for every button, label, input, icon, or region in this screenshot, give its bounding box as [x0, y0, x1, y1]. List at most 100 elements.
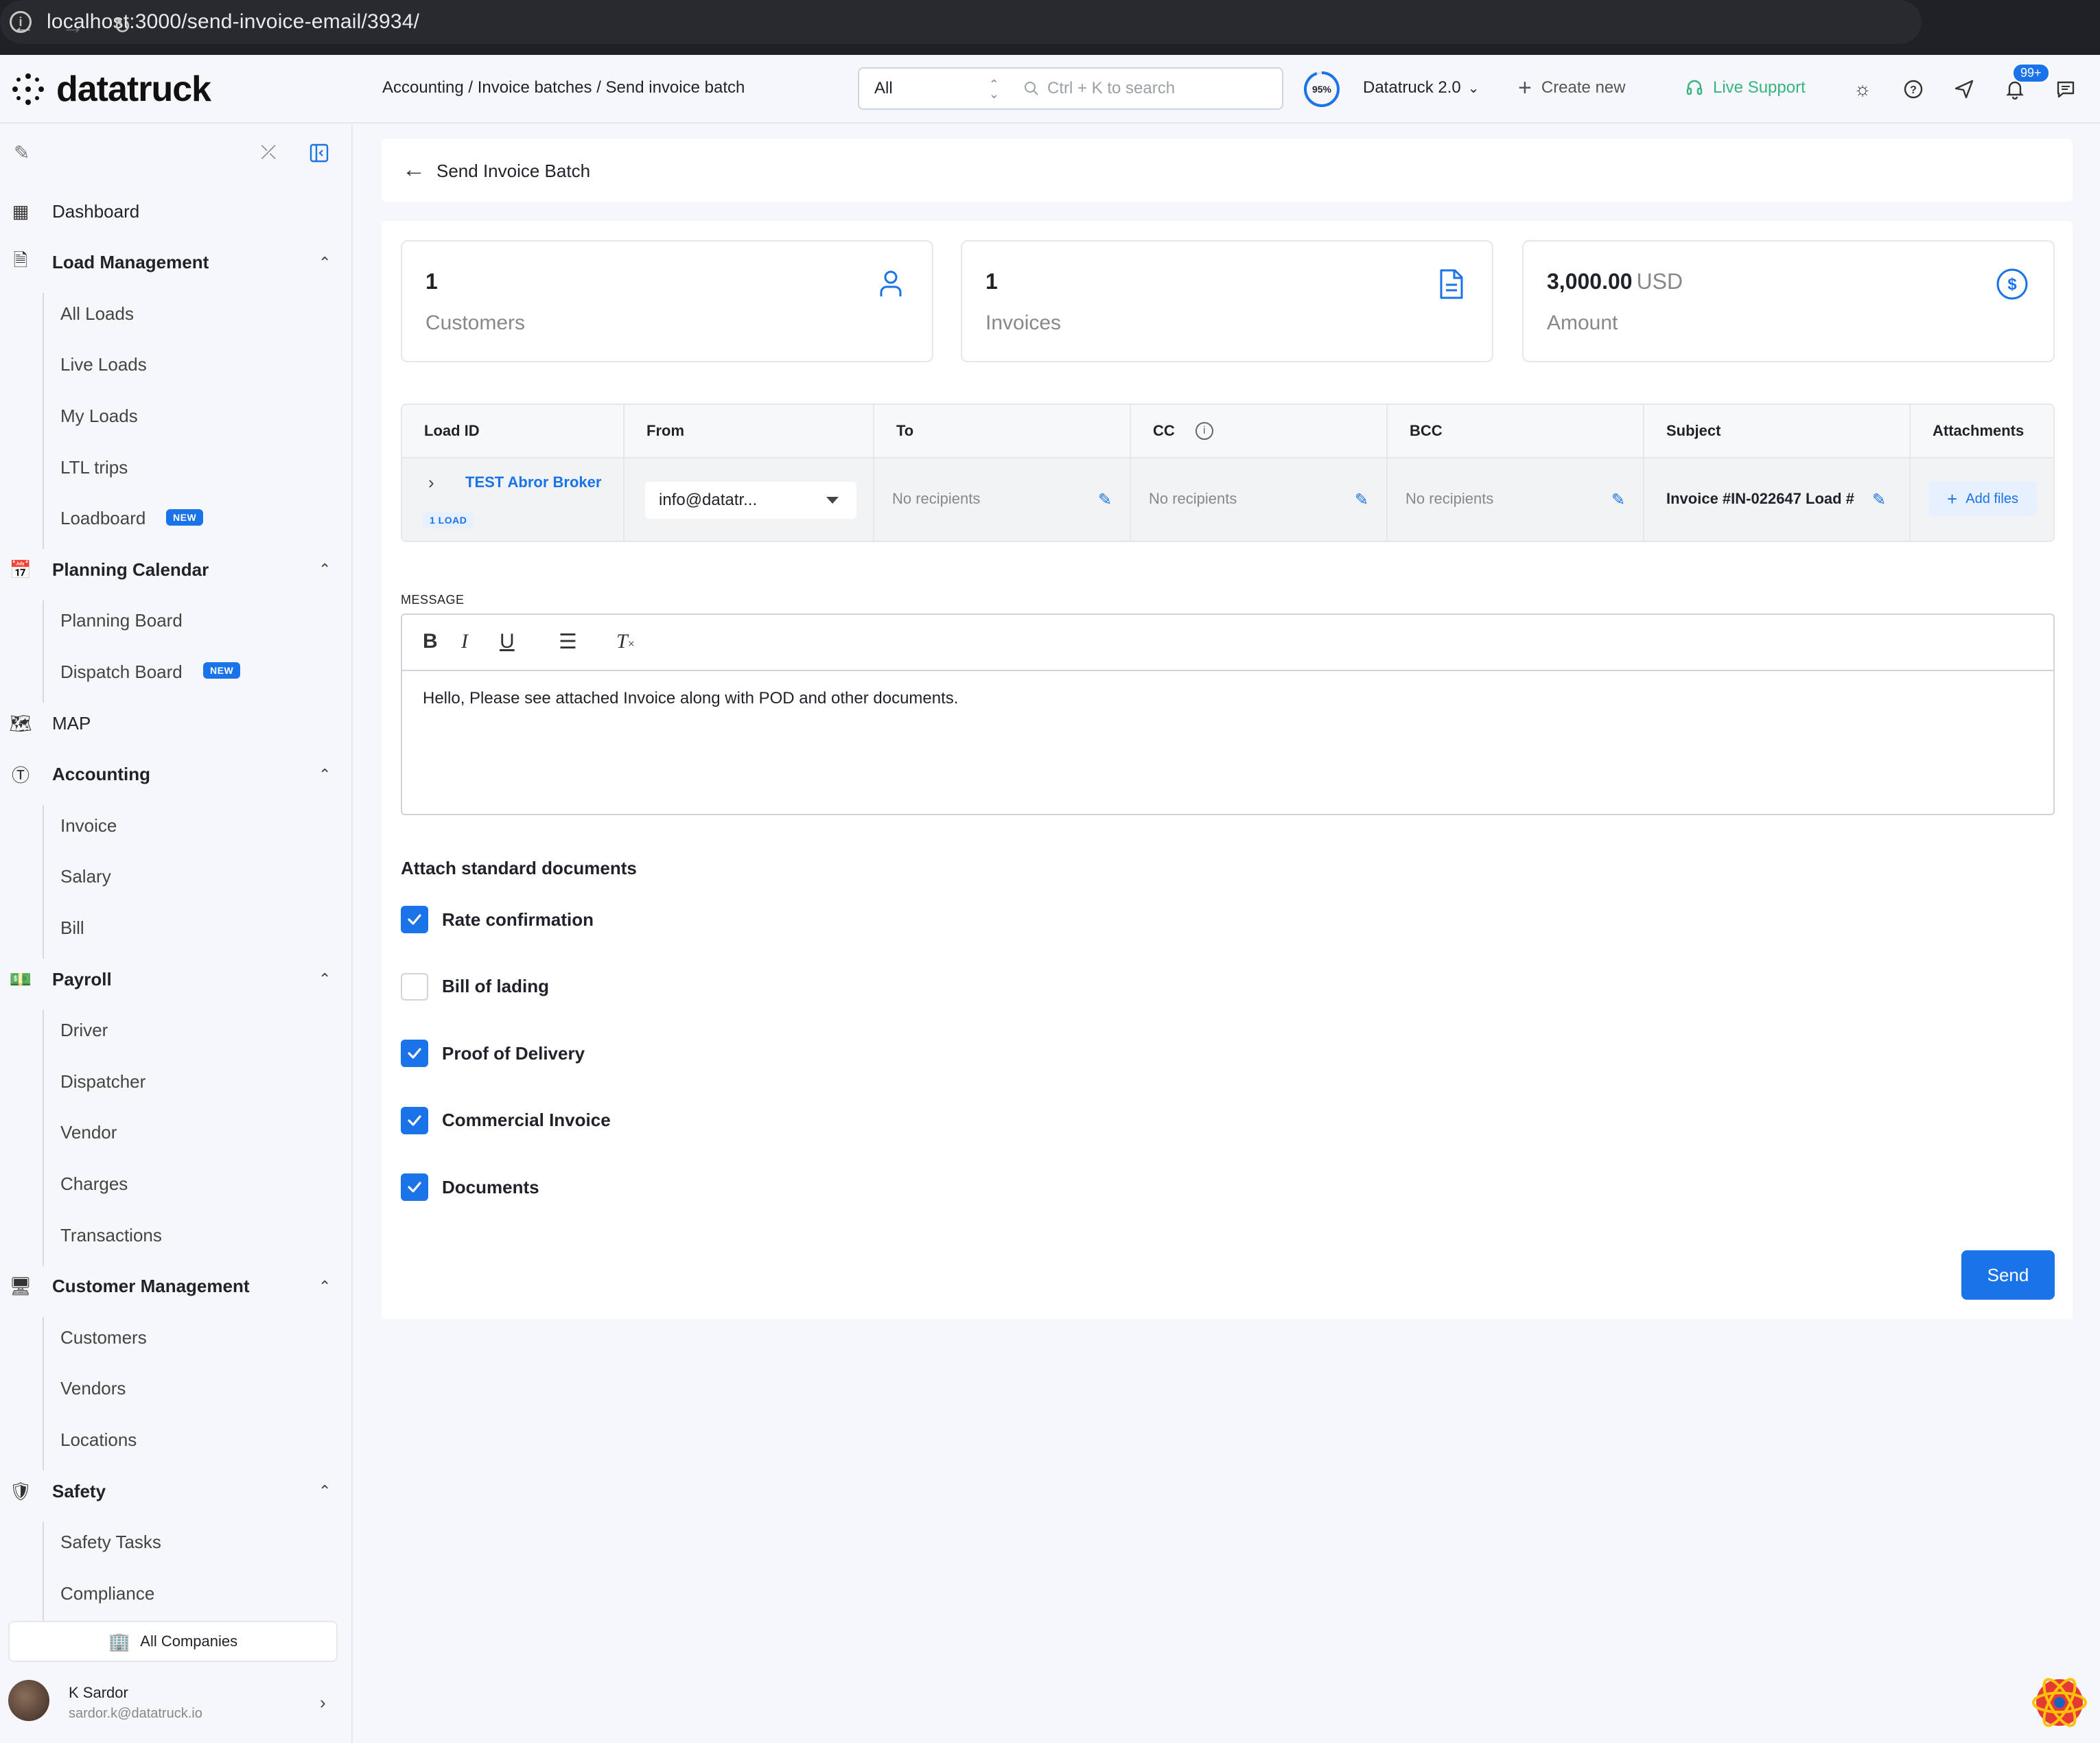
devtools-icon[interactable] [2030, 1673, 2089, 1732]
sidebar-group-customer-management[interactable]: 🖥 Customer Management ⌃ [0, 1274, 351, 1299]
sidebar-item-label: Customers [60, 1326, 147, 1348]
document-option-commercial-invoice[interactable]: Commercial Invoice [401, 1106, 611, 1134]
sidebar-item-safety-tasks[interactable]: Safety Tasks [0, 1530, 351, 1555]
editor-toolbar: B I U ☰ T× [401, 613, 2055, 671]
live-support-button[interactable]: Live Support [1685, 78, 1806, 97]
avatar[interactable] [8, 1680, 49, 1721]
sidebar-item-bill[interactable]: Bill [0, 915, 351, 940]
back-arrow-icon[interactable]: ← [402, 156, 425, 183]
sidebar-item-compliance[interactable]: Compliance [0, 1581, 351, 1606]
logo[interactable]: datatruck [12, 69, 211, 109]
sidebar-item-planning-board[interactable]: Planning Board [0, 609, 351, 633]
search-placeholder: Ctrl + K to search [1047, 79, 1176, 97]
sidebar-item-transactions[interactable]: Transactions [0, 1223, 351, 1248]
add-files-button[interactable]: + Add files [1928, 482, 2037, 516]
checkbox[interactable] [401, 1173, 428, 1201]
scope-select[interactable]: All ⌃ ⌄ [858, 67, 1013, 110]
edit-icon[interactable]: ✎ [14, 141, 30, 164]
expand-chevron-icon[interactable]: › [428, 472, 434, 493]
map-icon: 🗺 [9, 712, 32, 734]
column-header: From [625, 405, 874, 458]
sidebar-item-vendors[interactable]: Vendors [0, 1377, 351, 1401]
chevron-right-icon[interactable]: › [320, 1692, 326, 1713]
checkbox[interactable] [401, 1040, 428, 1067]
document-option-documents[interactable]: Documents [401, 1173, 539, 1201]
document-option-bill-of-lading[interactable]: Bill of lading [401, 972, 549, 1001]
chevron-up-icon: ⌃ [318, 970, 331, 987]
edit-pencil-icon[interactable]: ✎ [1872, 490, 1886, 510]
chat-icon[interactable] [2052, 75, 2079, 103]
back-nav-icon[interactable]: ← [8, 11, 38, 41]
message-editor[interactable]: Hello, Please see attached Invoice along… [401, 671, 2055, 815]
help-icon[interactable]: ? [1900, 75, 1927, 103]
document-option-rate-confirmation[interactable]: Rate confirmation [401, 906, 594, 933]
tree-line [43, 1521, 44, 1624]
sidebar-item-vendor[interactable]: Vendor [0, 1121, 351, 1145]
info-icon[interactable]: i [1195, 422, 1213, 440]
underline-icon[interactable]: U [500, 630, 515, 653]
stat-unit: USD [1636, 269, 1683, 294]
all-companies-button[interactable]: 🏢 All Companies [8, 1621, 338, 1662]
sidebar-item-locations[interactable]: Locations [0, 1427, 351, 1452]
url-text[interactable]: localhost:3000/send-invoice-email/3934/ [47, 10, 419, 34]
edit-pencil-icon[interactable]: ✎ [1355, 490, 1368, 510]
version-label: Datatruck 2.0 [1363, 78, 1461, 97]
sidebar-item-dispatcher[interactable]: Dispatcher [0, 1069, 351, 1094]
bullet-list-icon[interactable]: ☰ [559, 630, 577, 654]
collapse-icon[interactable]: ⤫ [261, 141, 276, 164]
create-new-button[interactable]: + Create new [1518, 75, 1626, 101]
version-dropdown[interactable]: Datatruck 2.0 ⌄ [1363, 78, 1480, 97]
sidebar-item-all-loads[interactable]: All Loads [0, 301, 351, 326]
sidebar-group-accounting[interactable]: Ⓣ Accounting ⌃ [0, 762, 351, 787]
logo-text: datatruck [56, 69, 211, 109]
sidebar-group-map[interactable]: 🗺 MAP [0, 711, 351, 736]
checkbox[interactable] [401, 1106, 428, 1134]
clear-format-icon[interactable]: T× [616, 630, 635, 653]
sidebar-item-my-loads[interactable]: My Loads [0, 403, 351, 428]
document-option-proof-of-delivery[interactable]: Proof of Delivery [401, 1040, 585, 1067]
sidebar-item-driver[interactable]: Driver [0, 1018, 351, 1043]
check-icon [408, 1182, 421, 1193]
load-id-cell: › TEST Abror Broker 1 LOAD [402, 458, 625, 541]
sidebar-group-load-management[interactable]: 🗎 Load Management ⌃ [0, 250, 351, 275]
sidebar-toggle-icon[interactable] [309, 143, 329, 167]
address-bar[interactable]: i localhost:3000/send-invoice-email/3934… [0, 0, 1922, 44]
sidebar-item-salary[interactable]: Salary [0, 865, 351, 889]
live-support-label: Live Support [1713, 78, 1806, 97]
subject-text: Invoice #IN-022647 Load # [1666, 490, 1854, 507]
sidebar-item-label: LTL trips [60, 456, 128, 478]
sidebar-item-live-loads[interactable]: Live Loads [0, 353, 351, 377]
edit-pencil-icon[interactable]: ✎ [1611, 490, 1625, 510]
document-label: Proof of Delivery [442, 1042, 585, 1064]
reload-icon[interactable]: ↻ [107, 11, 137, 41]
sidebar-item-label: Safety Tasks [60, 1532, 161, 1553]
forward-nav-icon[interactable]: → [58, 11, 88, 41]
send-icon[interactable] [1950, 75, 1978, 103]
plus-icon: + [1518, 75, 1532, 101]
sidebar-item-loadboard[interactable]: Loadboard NEW [0, 506, 351, 531]
sidebar-item-charges[interactable]: Charges [0, 1171, 351, 1196]
checkbox[interactable] [401, 906, 428, 933]
message-text[interactable]: Hello, Please see attached Invoice along… [423, 689, 958, 708]
sidebar-group-payroll[interactable]: 💵 Payroll ⌃ [0, 967, 351, 992]
from-select[interactable]: info@datatr... [645, 482, 856, 519]
sidebar-item-invoice[interactable]: Invoice [0, 813, 351, 838]
sidebar-item-label: Salary [60, 866, 111, 887]
updown-chevron-icon: ⌃ ⌄ [988, 78, 999, 101]
sidebar-item-ltl-trips[interactable]: LTL trips [0, 455, 351, 480]
italic-icon[interactable]: I [461, 630, 468, 653]
sidebar-group-planning-calendar[interactable]: 📅 Planning Calendar ⌃ [0, 557, 351, 582]
bold-icon[interactable]: B [423, 630, 438, 653]
search-input[interactable]: Ctrl + K to search [1012, 67, 1283, 110]
sidebar-group-safety[interactable]: 🛡 Safety ⌃ [0, 1479, 351, 1504]
sun-icon[interactable]: ☼ [1849, 75, 1876, 103]
sidebar-item-customers[interactable]: Customers [0, 1325, 351, 1350]
send-button[interactable]: Send [1961, 1250, 2055, 1300]
sidebar-item-dispatch-board[interactable]: Dispatch Board NEW [0, 659, 351, 684]
checkbox[interactable] [401, 972, 428, 1001]
progress-label: 95% [1311, 84, 1332, 95]
customer-link[interactable]: TEST Abror Broker [465, 473, 601, 491]
sidebar-item-label: Dispatch Board [60, 661, 183, 682]
sidebar-item-dashboard[interactable]: ▦ Dashboard [0, 199, 351, 224]
edit-pencil-icon[interactable]: ✎ [1098, 490, 1112, 510]
